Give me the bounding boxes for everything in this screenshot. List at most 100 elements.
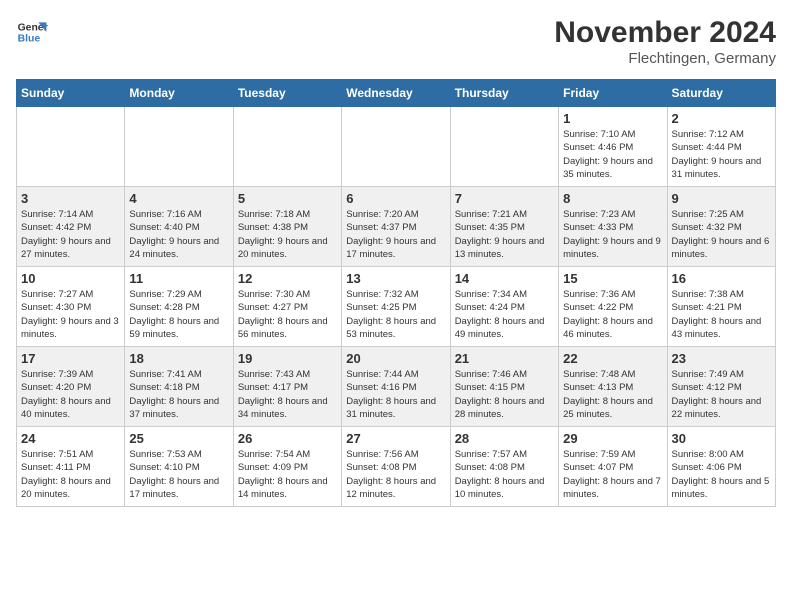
day-number: 27 [346,431,445,446]
day-number: 22 [563,351,662,366]
day-info: Sunrise: 7:46 AM Sunset: 4:15 PM Dayligh… [455,368,554,421]
page-header: General Blue November 2024 Flechtingen, … [16,16,776,67]
calendar-cell: 28 Sunrise: 7:57 AM Sunset: 4:08 PM Dayli… [450,427,558,507]
day-number: 13 [346,271,445,286]
day-number: 6 [346,191,445,206]
day-info: Sunrise: 7:29 AM Sunset: 4:28 PM Dayligh… [129,288,228,341]
day-number: 4 [129,191,228,206]
calendar-cell: 19 Sunrise: 7:43 AM Sunset: 4:17 PM Dayli… [233,347,341,427]
day-info: Sunrise: 7:10 AM Sunset: 4:46 PM Dayligh… [563,128,662,181]
page-title: November 2024 [554,16,776,50]
calendar-table: SundayMondayTuesdayWednesdayThursdayFrid… [16,79,776,507]
day-info: Sunrise: 7:21 AM Sunset: 4:35 PM Dayligh… [455,208,554,261]
calendar-cell: 4 Sunrise: 7:16 AM Sunset: 4:40 PM Daylig… [125,187,233,267]
logo: General Blue [16,16,48,48]
day-info: Sunrise: 7:41 AM Sunset: 4:18 PM Dayligh… [129,368,228,421]
calendar-cell: 11 Sunrise: 7:29 AM Sunset: 4:28 PM Dayli… [125,267,233,347]
day-info: Sunrise: 7:39 AM Sunset: 4:20 PM Dayligh… [21,368,120,421]
day-number: 24 [21,431,120,446]
day-info: Sunrise: 7:54 AM Sunset: 4:09 PM Dayligh… [238,448,337,501]
calendar-week-row: 10Sunrise: 7:27 AM Sunset: 4:30 PM Dayli… [17,267,776,347]
day-info: Sunrise: 7:51 AM Sunset: 4:11 PM Dayligh… [21,448,120,501]
calendar-header-row: SundayMondayTuesdayWednesdayThursdayFrid… [17,80,776,107]
day-info: Sunrise: 7:38 AM Sunset: 4:21 PM Dayligh… [672,288,771,341]
day-info: Sunrise: 7:56 AM Sunset: 4:08 PM Dayligh… [346,448,445,501]
day-number: 8 [563,191,662,206]
title-block: November 2024 Flechtingen, Germany [554,16,776,67]
day-info: Sunrise: 7:30 AM Sunset: 4:27 PM Dayligh… [238,288,337,341]
day-info: Sunrise: 7:32 AM Sunset: 4:25 PM Dayligh… [346,288,445,341]
calendar-cell: 18 Sunrise: 7:41 AM Sunset: 4:18 PM Dayli… [125,347,233,427]
day-info: Sunrise: 7:48 AM Sunset: 4:13 PM Dayligh… [563,368,662,421]
calendar-cell: 6Sunrise: 7:20 AM Sunset: 4:37 PM Daylig… [342,187,450,267]
day-info: Sunrise: 7:36 AM Sunset: 4:22 PM Dayligh… [563,288,662,341]
page-subtitle: Flechtingen, Germany [554,50,776,67]
day-number: 18 [129,351,228,366]
day-info: Sunrise: 7:49 AM Sunset: 4:12 PM Dayligh… [672,368,771,421]
day-info: Sunrise: 7:16 AM Sunset: 4:40 PM Dayligh… [129,208,228,261]
calendar-cell: 10Sunrise: 7:27 AM Sunset: 4:30 PM Dayli… [17,267,125,347]
day-header: Saturday [667,80,775,107]
day-info: Sunrise: 7:34 AM Sunset: 4:24 PM Dayligh… [455,288,554,341]
calendar-cell [450,107,558,187]
calendar-cell: 24 Sunrise: 7:51 AM Sunset: 4:11 PM Dayli… [17,427,125,507]
calendar-cell [342,107,450,187]
calendar-cell: 17 Sunrise: 7:39 AM Sunset: 4:20 PM Dayli… [17,347,125,427]
day-number: 2 [672,111,771,126]
calendar-cell [125,107,233,187]
day-info: Sunrise: 7:57 AM Sunset: 4:08 PM Dayligh… [455,448,554,501]
calendar-cell: 29 Sunrise: 7:59 AM Sunset: 4:07 PM Dayli… [559,427,667,507]
calendar-cell: 27 Sunrise: 7:56 AM Sunset: 4:08 PM Dayli… [342,427,450,507]
calendar-cell: 12 Sunrise: 7:30 AM Sunset: 4:27 PM Dayli… [233,267,341,347]
day-info: Sunrise: 7:14 AM Sunset: 4:42 PM Dayligh… [21,208,120,261]
calendar-cell: 9 Sunrise: 7:25 AM Sunset: 4:32 PM Daylig… [667,187,775,267]
day-info: Sunrise: 8:00 AM Sunset: 4:06 PM Dayligh… [672,448,771,501]
calendar-cell: 2 Sunrise: 7:12 AM Sunset: 4:44 PM Daylig… [667,107,775,187]
day-number: 17 [21,351,120,366]
day-header: Wednesday [342,80,450,107]
day-number: 29 [563,431,662,446]
calendar-cell: 25 Sunrise: 7:53 AM Sunset: 4:10 PM Dayli… [125,427,233,507]
calendar-cell: 15Sunrise: 7:36 AM Sunset: 4:22 PM Dayli… [559,267,667,347]
calendar-cell: 23Sunrise: 7:49 AM Sunset: 4:12 PM Dayli… [667,347,775,427]
day-number: 26 [238,431,337,446]
day-number: 1 [563,111,662,126]
day-number: 20 [346,351,445,366]
calendar-cell: 5Sunrise: 7:18 AM Sunset: 4:38 PM Daylig… [233,187,341,267]
calendar-cell [233,107,341,187]
day-number: 14 [455,271,554,286]
calendar-cell: 7 Sunrise: 7:21 AM Sunset: 4:35 PM Daylig… [450,187,558,267]
day-info: Sunrise: 7:12 AM Sunset: 4:44 PM Dayligh… [672,128,771,181]
day-info: Sunrise: 7:53 AM Sunset: 4:10 PM Dayligh… [129,448,228,501]
day-number: 25 [129,431,228,446]
day-number: 11 [129,271,228,286]
calendar-cell: 20Sunrise: 7:44 AM Sunset: 4:16 PM Dayli… [342,347,450,427]
day-number: 7 [455,191,554,206]
day-number: 9 [672,191,771,206]
day-number: 28 [455,431,554,446]
day-number: 16 [672,271,771,286]
calendar-cell [17,107,125,187]
day-info: Sunrise: 7:25 AM Sunset: 4:32 PM Dayligh… [672,208,771,261]
day-header: Thursday [450,80,558,107]
day-number: 12 [238,271,337,286]
day-header: Friday [559,80,667,107]
day-number: 19 [238,351,337,366]
calendar-cell: 3 Sunrise: 7:14 AM Sunset: 4:42 PM Daylig… [17,187,125,267]
day-info: Sunrise: 7:43 AM Sunset: 4:17 PM Dayligh… [238,368,337,421]
day-info: Sunrise: 7:59 AM Sunset: 4:07 PM Dayligh… [563,448,662,501]
day-info: Sunrise: 7:23 AM Sunset: 4:33 PM Dayligh… [563,208,662,261]
calendar-cell: 1 Sunrise: 7:10 AM Sunset: 4:46 PM Daylig… [559,107,667,187]
day-info: Sunrise: 7:18 AM Sunset: 4:38 PM Dayligh… [238,208,337,261]
calendar-week-row: 24 Sunrise: 7:51 AM Sunset: 4:11 PM Dayli… [17,427,776,507]
day-number: 21 [455,351,554,366]
calendar-cell: 26 Sunrise: 7:54 AM Sunset: 4:09 PM Dayli… [233,427,341,507]
calendar-cell: 13 Sunrise: 7:32 AM Sunset: 4:25 PM Dayli… [342,267,450,347]
calendar-cell: 14 Sunrise: 7:34 AM Sunset: 4:24 PM Dayli… [450,267,558,347]
calendar-cell: 21 Sunrise: 7:46 AM Sunset: 4:15 PM Dayli… [450,347,558,427]
day-number: 3 [21,191,120,206]
day-number: 30 [672,431,771,446]
day-header: Tuesday [233,80,341,107]
day-info: Sunrise: 7:27 AM Sunset: 4:30 PM Dayligh… [21,288,120,341]
calendar-cell: 30 Sunrise: 8:00 AM Sunset: 4:06 PM Dayli… [667,427,775,507]
